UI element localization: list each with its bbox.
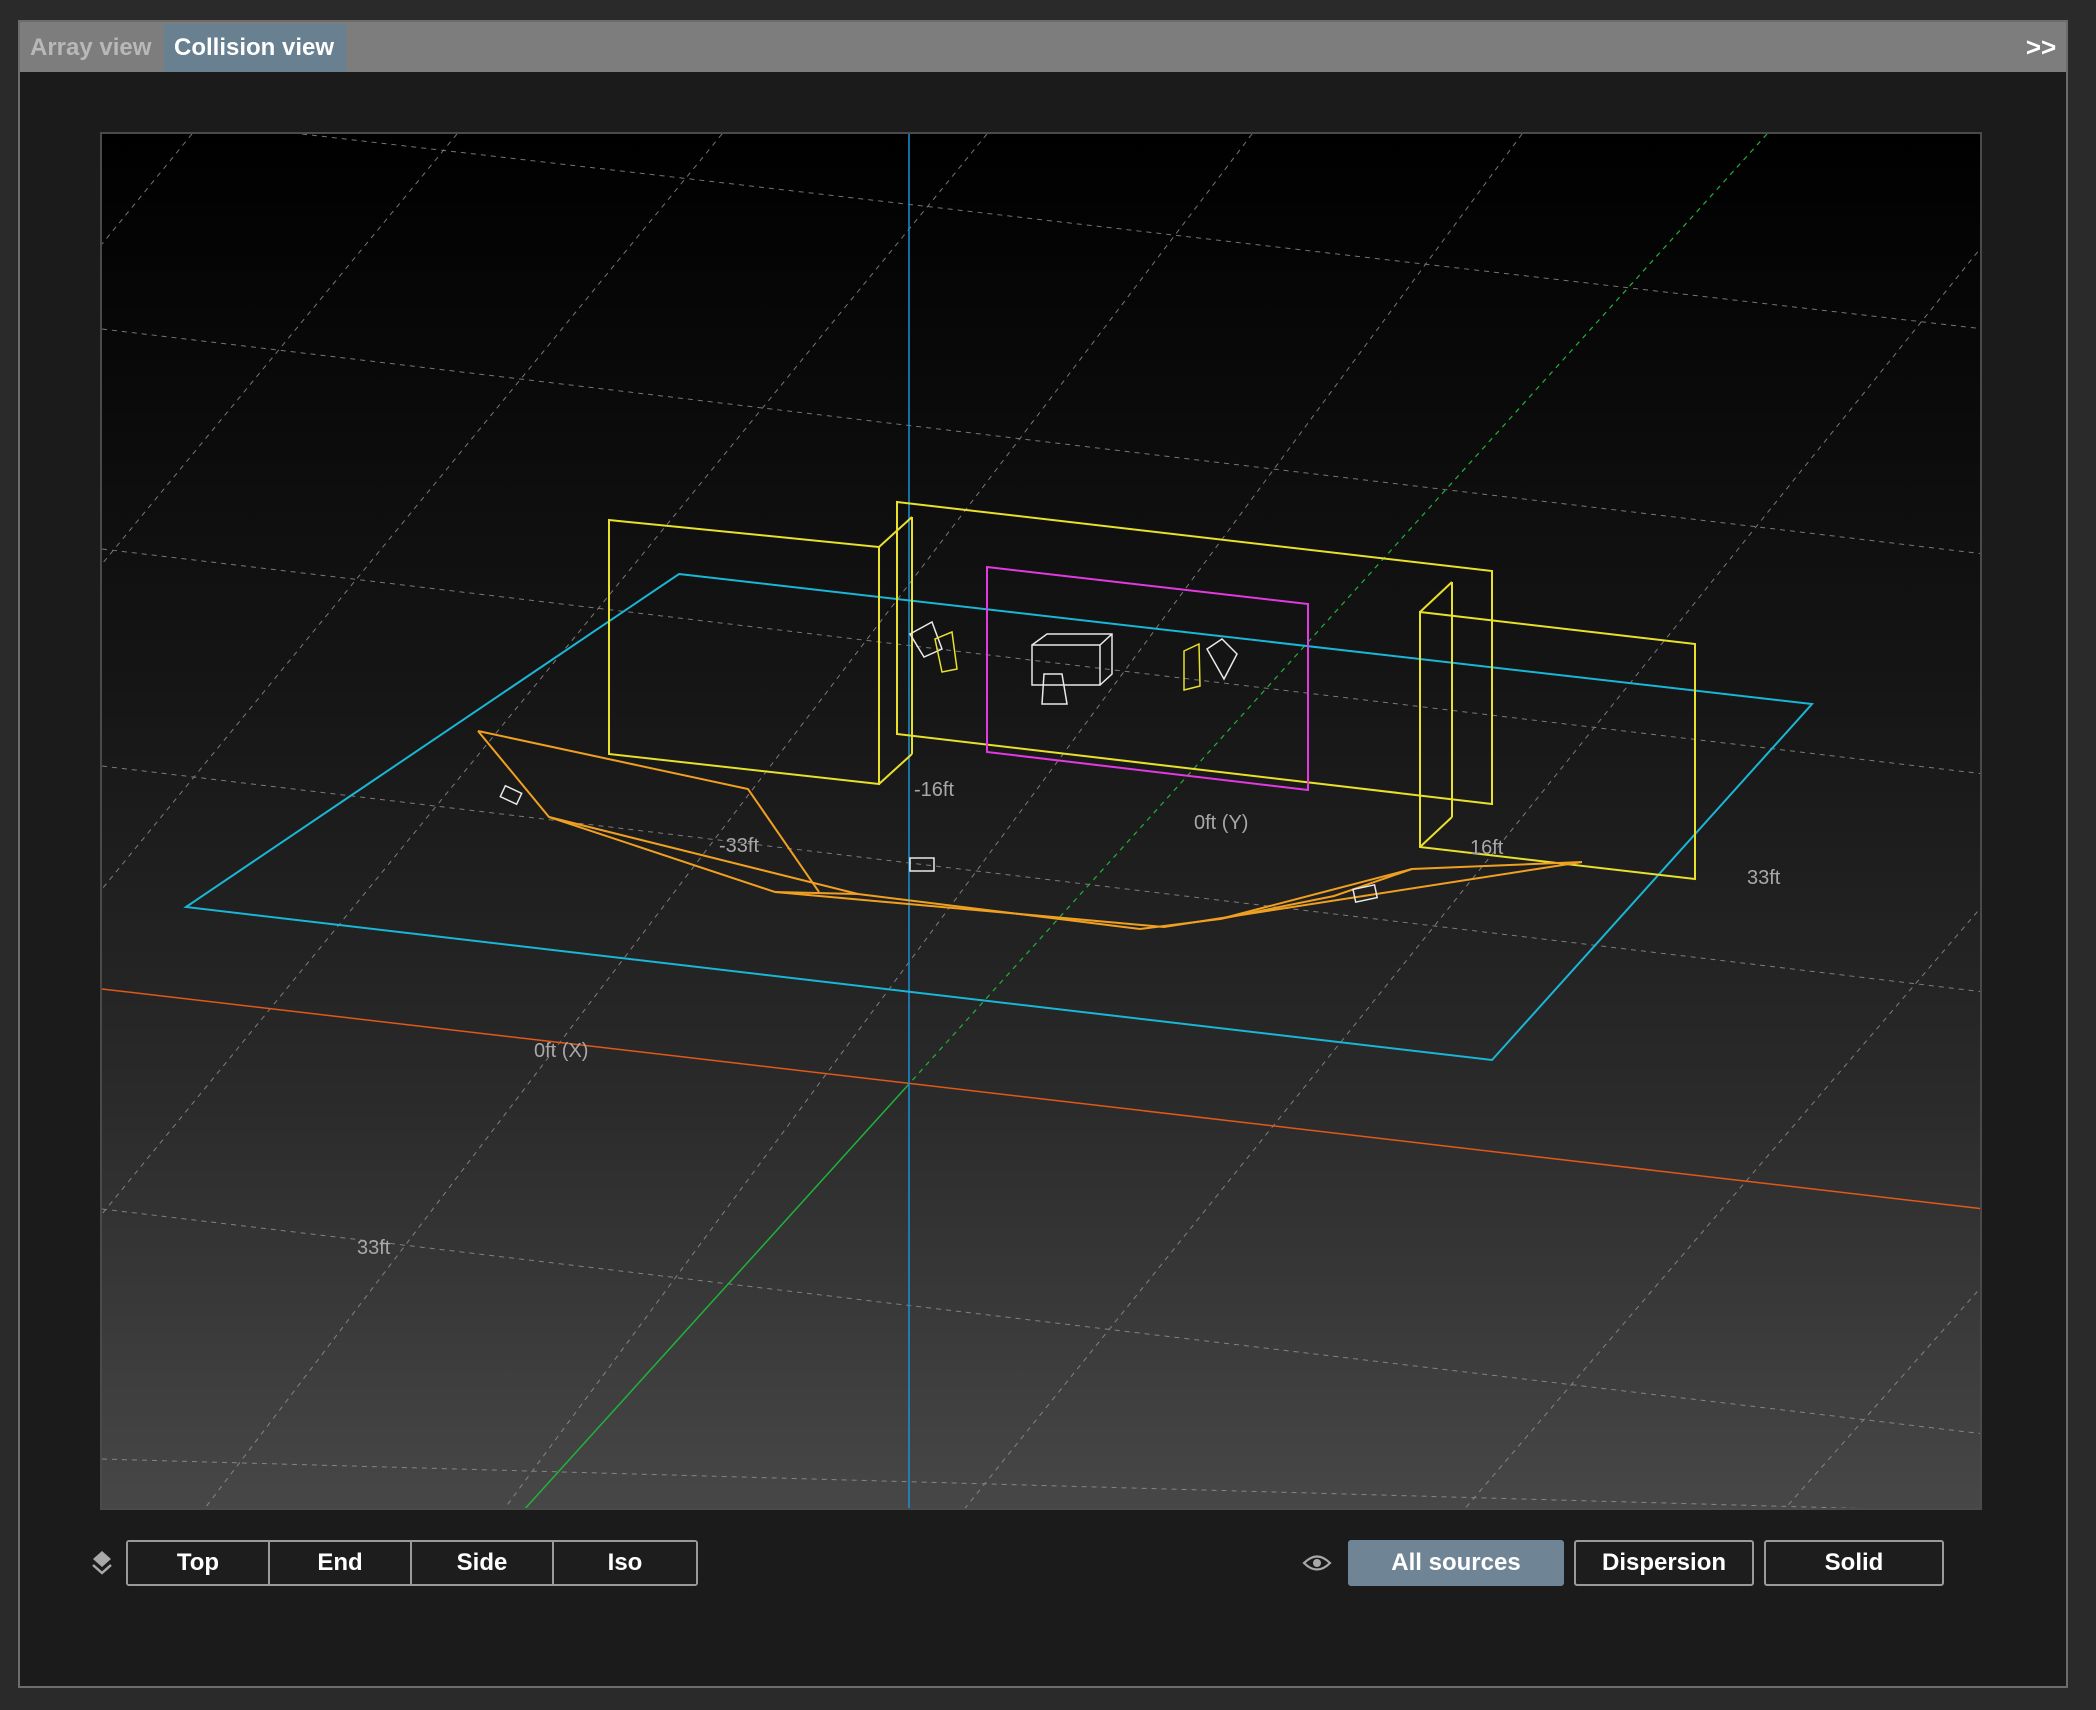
- screen-outline: [986, 565, 1309, 792]
- axis-label-x-zero: 0ft (X): [534, 1040, 588, 1062]
- axis-label-plus33-right: 33ft: [1747, 867, 1781, 889]
- grid: [102, 134, 1980, 1508]
- collision-panel: Array view Collision view >> -16ft 0ft (…: [18, 20, 2068, 1688]
- view-iso-button[interactable]: Iso: [554, 1542, 696, 1584]
- floor-outline: [183, 572, 1815, 1062]
- view-top-button[interactable]: Top: [128, 1542, 270, 1584]
- axis-label-minus16: -16ft: [914, 779, 954, 801]
- axis-label-plus16: 16ft: [1470, 837, 1504, 859]
- x-axis: [102, 988, 1980, 1210]
- eye-icon[interactable]: [1300, 1540, 1334, 1586]
- yellow-sources: [934, 630, 1201, 691]
- view-end-button[interactable]: End: [270, 1542, 412, 1584]
- display-toolbar: All sources Dispersion Solid: [1300, 1540, 1954, 1586]
- solid-button[interactable]: Solid: [1764, 1540, 1944, 1586]
- axis-label-y-zero: 0ft (Y): [1194, 812, 1248, 834]
- tab-array-view[interactable]: Array view: [20, 24, 162, 72]
- view-toolbar: Top End Side Iso: [84, 1540, 698, 1586]
- stage: [477, 730, 1583, 930]
- tab-bar: Array view Collision view >>: [20, 22, 2066, 72]
- tab-collision-view[interactable]: Collision view: [164, 24, 346, 72]
- view-mode-group: Top End Side Iso: [126, 1540, 698, 1586]
- dispersion-button[interactable]: Dispersion: [1574, 1540, 1754, 1586]
- source-objects: [499, 620, 1379, 904]
- all-sources-button[interactable]: All sources: [1348, 1540, 1564, 1586]
- double-chevron-right-icon[interactable]: >>: [2024, 30, 2058, 64]
- view-side-button[interactable]: Side: [412, 1542, 554, 1584]
- y-axis: [908, 134, 1768, 1085]
- scene-canvas: -16ft 0ft (Y) -33ft 16ft 33ft 0ft (X) 33…: [102, 134, 1980, 1508]
- layers-icon[interactable]: [84, 1540, 120, 1586]
- axis-label-minus33: -33ft: [719, 835, 759, 857]
- y-axis-front: [524, 1083, 910, 1508]
- 3d-viewport[interactable]: -16ft 0ft (Y) -33ft 16ft 33ft 0ft (X) 33…: [100, 132, 1982, 1510]
- axis-label-plus33-bottom: 33ft: [357, 1237, 391, 1259]
